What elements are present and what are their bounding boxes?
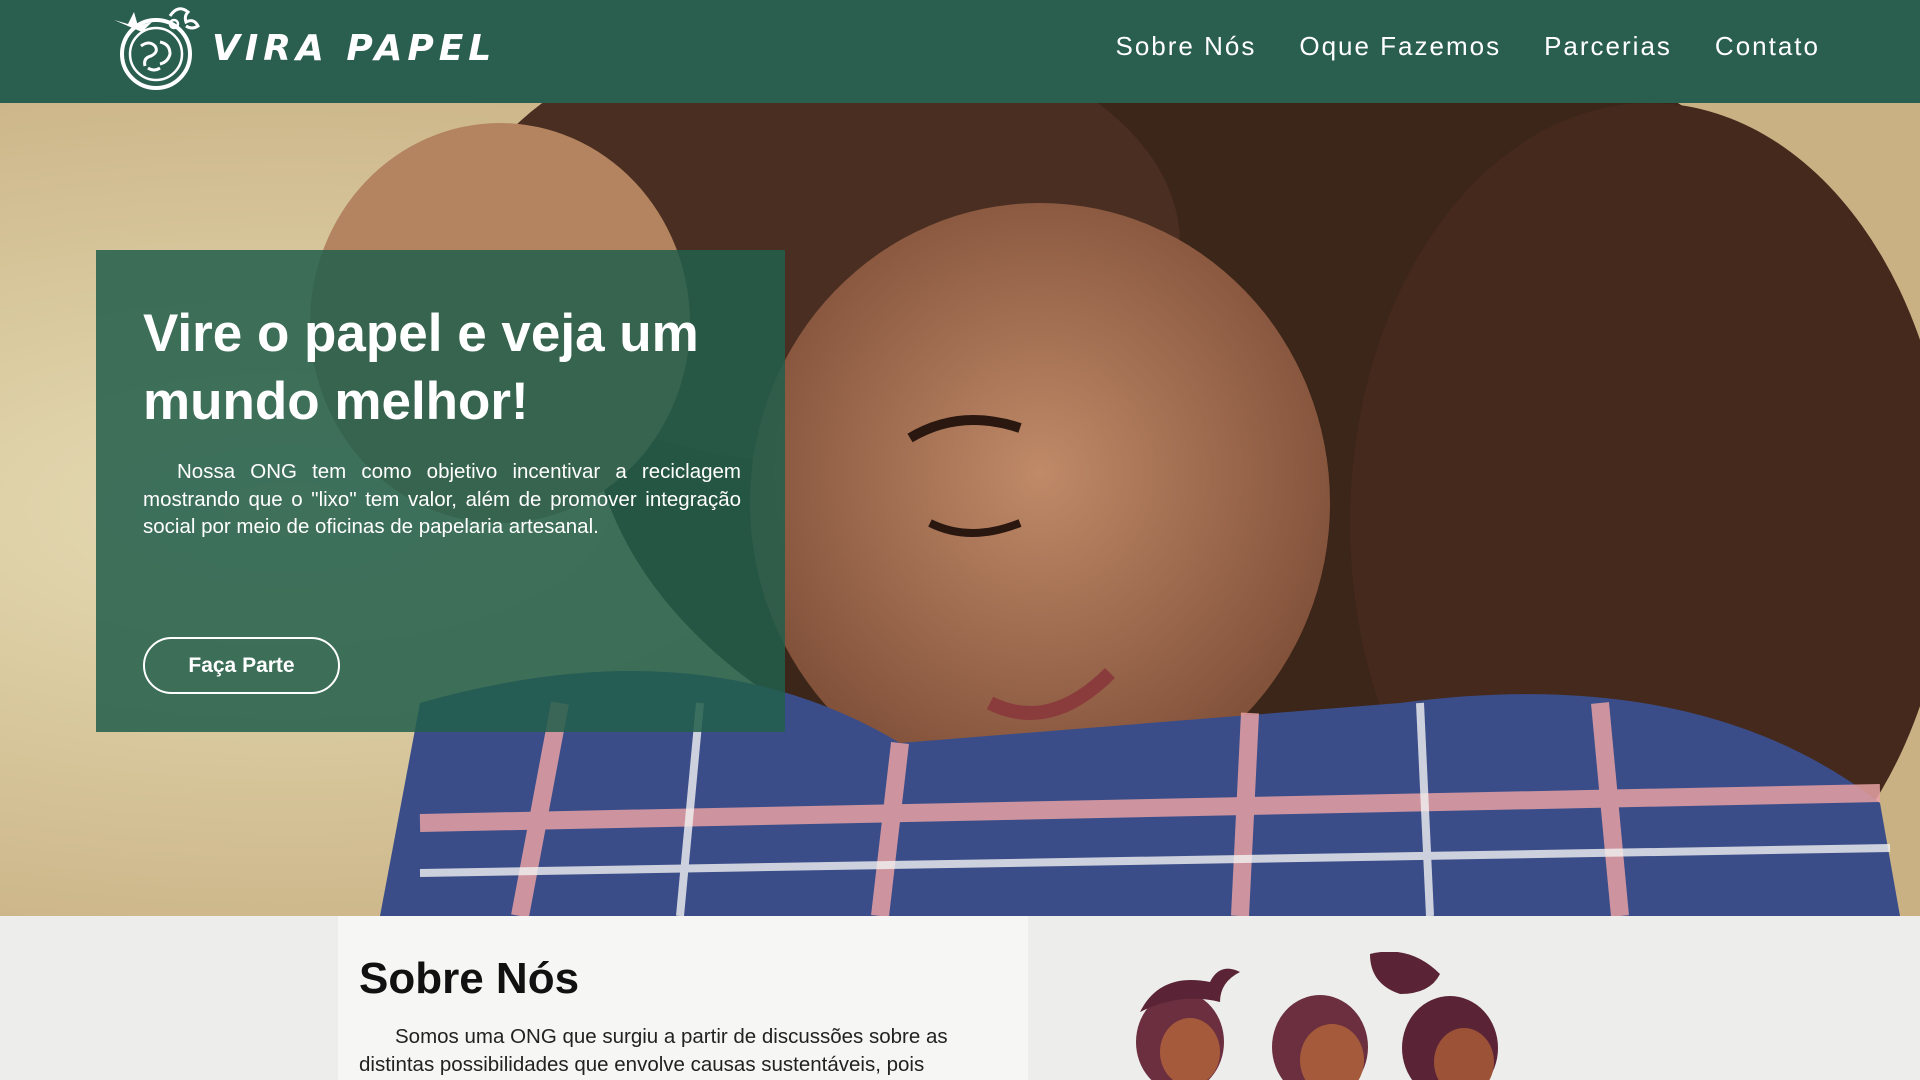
faca-parte-button[interactable]: Faça Parte	[143, 637, 340, 694]
top-navbar: VIRA PAPEL Sobre Nós Oque Fazemos Parcer…	[0, 0, 1920, 103]
globe-with-bird-logo-icon	[114, 7, 200, 90]
hero-description: Nossa ONG tem como objetivo incentivar a…	[143, 460, 741, 538]
hero-card: Vire o papel e veja um mundo melhor! Nos…	[96, 250, 785, 732]
nav-link-oque-fazemos[interactable]: Oque Fazemos	[1299, 31, 1501, 62]
about-title: Sobre Nós	[359, 954, 580, 1003]
brand-name: VIRA PAPEL	[212, 27, 497, 69]
about-text: Somos uma ONG que surgiu a partir de dis…	[359, 1025, 948, 1076]
hero-title: Vire o papel e veja um mundo melhor!	[143, 304, 699, 431]
three-people-illustration	[1136, 952, 1498, 1080]
nav-link-parcerias[interactable]: Parcerias	[1544, 31, 1672, 62]
nav-link-sobre-nos[interactable]: Sobre Nós	[1116, 31, 1257, 62]
hero-section: Vire o papel e veja um mundo melhor! Nos…	[0, 103, 1920, 916]
brand-logo[interactable]: VIRA PAPEL	[108, 4, 496, 92]
main-nav: Sobre Nós Oque Fazemos Parcerias Contato	[1073, 0, 1821, 92]
about-section: Sobre Nós Somos uma ONG que surgiu a par…	[0, 916, 1920, 1080]
nav-link-contato[interactable]: Contato	[1715, 31, 1820, 62]
